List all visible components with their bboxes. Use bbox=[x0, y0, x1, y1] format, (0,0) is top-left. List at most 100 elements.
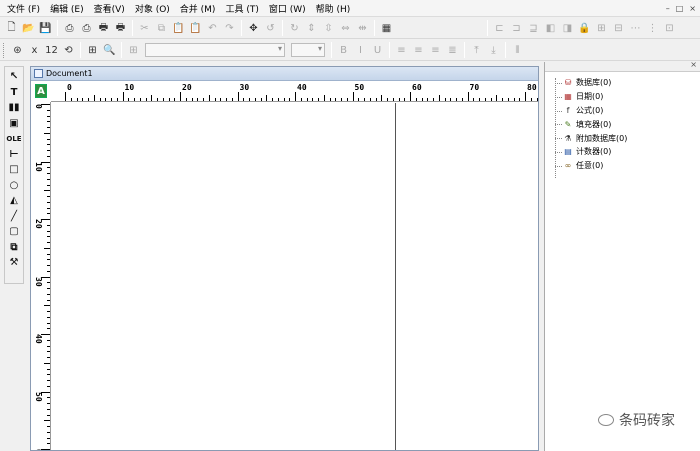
counter-icon[interactable]: 12 bbox=[44, 43, 59, 58]
ruler-corner-button[interactable]: A bbox=[35, 84, 47, 98]
lock-icon[interactable]: 🔒 bbox=[577, 21, 592, 36]
open-icon[interactable]: 📂 bbox=[21, 21, 36, 36]
align-left-icon[interactable]: ⊏ bbox=[492, 21, 507, 36]
text-center-icon[interactable]: ≡ bbox=[411, 43, 426, 58]
barcode-settings-icon[interactable]: ⦀ bbox=[510, 43, 525, 58]
grid-icon[interactable]: ⊞ bbox=[85, 43, 100, 58]
italic-icon[interactable]: I bbox=[353, 43, 368, 58]
font-name-combo[interactable] bbox=[145, 43, 285, 57]
ole-tool-icon[interactable]: OLE bbox=[6, 131, 22, 147]
send-back-icon[interactable]: ◨ bbox=[560, 21, 575, 36]
label-canvas[interactable] bbox=[52, 103, 538, 450]
menu-item[interactable]: 帮助 (H) bbox=[311, 2, 356, 15]
vertical-ruler: 0 10 20 30 40 50 60 bbox=[33, 102, 51, 450]
printer-icon[interactable]: 🖶 bbox=[113, 21, 128, 36]
ruler-tick bbox=[47, 270, 50, 272]
ruler-tick bbox=[44, 190, 50, 192]
ruler-tick bbox=[44, 420, 50, 422]
undo-icon[interactable]: ↶ bbox=[205, 21, 220, 36]
edit-tool-icon[interactable]: ⚒ bbox=[6, 255, 22, 271]
menu-item[interactable]: 窗口 (W) bbox=[264, 2, 311, 15]
spacing-v-icon[interactable]: ⋮ bbox=[645, 21, 660, 36]
new-icon[interactable]: 🗋 bbox=[4, 21, 19, 36]
tree-item[interactable]: ✎ 填充器(0) bbox=[545, 117, 700, 131]
align-center-icon[interactable]: ⊐ bbox=[509, 21, 524, 36]
tree-item[interactable]: f 公式(0) bbox=[545, 104, 700, 118]
rotate-text-icon[interactable]: ⟲ bbox=[61, 43, 76, 58]
rectangle-tool-icon[interactable]: □ bbox=[6, 162, 22, 178]
size-icon[interactable]: ⊡ bbox=[662, 21, 677, 36]
menu-item[interactable]: 查看(V) bbox=[89, 2, 130, 15]
print-preview-icon[interactable]: ⎙ bbox=[62, 21, 77, 36]
text-tool-icon[interactable]: T bbox=[6, 85, 22, 101]
close-icon[interactable]: × bbox=[689, 4, 696, 13]
text-bottom-icon[interactable]: ⤓ bbox=[486, 43, 501, 58]
bring-front-icon[interactable]: ◧ bbox=[543, 21, 558, 36]
group-icon[interactable]: ⊞ bbox=[594, 21, 609, 36]
ruler-tick bbox=[47, 316, 50, 318]
picture-icon[interactable]: ▦ bbox=[379, 21, 394, 36]
menu-item[interactable]: 文件 (F) bbox=[2, 2, 45, 15]
minimize-icon[interactable]: – bbox=[666, 4, 670, 13]
image-tool-icon[interactable]: ▣ bbox=[6, 116, 22, 132]
paste-icon[interactable]: 📋 bbox=[171, 21, 186, 36]
select-tool-icon[interactable]: ↖ bbox=[6, 69, 22, 85]
rotate-right-icon[interactable]: ↻ bbox=[287, 21, 302, 36]
line-tool-icon[interactable]: ⊢ bbox=[6, 147, 22, 163]
text-left-icon[interactable]: ≡ bbox=[394, 43, 409, 58]
ungroup-icon[interactable]: ⊟ bbox=[611, 21, 626, 36]
save-icon[interactable]: 💾 bbox=[38, 21, 53, 36]
ruler-tick bbox=[128, 98, 130, 101]
rounded-rect-tool-icon[interactable]: ▢ bbox=[6, 224, 22, 240]
copy-icon[interactable]: ⧉ bbox=[154, 21, 169, 36]
tree-item[interactable]: ▤ 计数器(0) bbox=[545, 145, 700, 159]
underline-icon[interactable]: U bbox=[370, 43, 385, 58]
restore-icon[interactable]: □ bbox=[676, 4, 684, 13]
print-setup-icon[interactable]: ⎙ bbox=[79, 21, 94, 36]
flip-v2-icon[interactable]: ⇳ bbox=[321, 21, 336, 36]
rotate-left-icon[interactable]: ↺ bbox=[263, 21, 278, 36]
print-icon[interactable]: 🖶 bbox=[96, 21, 111, 36]
shape-tool-icon[interactable]: ⧉ bbox=[6, 240, 22, 256]
grid-icon[interactable]: ⊞ bbox=[126, 43, 141, 58]
polygon-tool-icon[interactable]: ◭ bbox=[6, 193, 22, 209]
ruler-tick bbox=[461, 98, 463, 101]
ruler-tick bbox=[266, 95, 268, 101]
tree-item[interactable]: ⚗ 附加数据库(0) bbox=[545, 131, 700, 145]
spacing-h-icon[interactable]: ⋯ bbox=[628, 21, 643, 36]
flip-horizontal-icon[interactable]: ⇔ bbox=[338, 21, 353, 36]
menu-bar: 文件 (F) 编辑 (E) 查看(V) 对象 (O) 合并 (M) 工具 (T) 窗口 (W… bbox=[0, 0, 700, 17]
flip-h2-icon[interactable]: ⇹ bbox=[355, 21, 370, 36]
justify-icon[interactable]: ≣ bbox=[445, 43, 460, 58]
tree-item[interactable]: ⛁ 数据库(0) bbox=[545, 76, 700, 90]
ruler-tick bbox=[111, 98, 112, 101]
cut-icon[interactable]: ✂ bbox=[137, 21, 152, 36]
search-icon[interactable]: 🔍 bbox=[102, 43, 117, 58]
barcode-tool-icon[interactable]: ▮▮ bbox=[6, 100, 22, 116]
ruler-tick bbox=[519, 98, 521, 101]
zoom-fit-icon[interactable]: ⊛ bbox=[10, 43, 25, 58]
ruler-tick bbox=[335, 98, 337, 101]
tree-item[interactable]: ∞ 任意(0) bbox=[545, 159, 700, 173]
tree-item[interactable]: ▦ 日期(0) bbox=[545, 90, 700, 104]
font-size-combo[interactable] bbox=[291, 43, 325, 57]
diagonal-line-tool-icon[interactable]: ╱ bbox=[6, 209, 22, 225]
ruler-tick bbox=[392, 98, 394, 101]
text-right-icon[interactable]: ≡ bbox=[428, 43, 443, 58]
move-icon[interactable]: ✥ bbox=[246, 21, 261, 36]
bold-icon[interactable]: B bbox=[336, 43, 351, 58]
panel-close-icon[interactable]: × bbox=[690, 60, 697, 69]
redo-icon[interactable]: ↷ bbox=[222, 21, 237, 36]
align-right-icon[interactable]: ⊒ bbox=[526, 21, 541, 36]
paste-special-icon[interactable]: 📋 bbox=[188, 21, 203, 36]
ruler-label: 40 bbox=[297, 83, 307, 92]
flip-vertical-icon[interactable]: ⇕ bbox=[304, 21, 319, 36]
text-top-icon[interactable]: ⤒ bbox=[469, 43, 484, 58]
zoom-out-icon[interactable]: ⅹ bbox=[27, 43, 42, 58]
ellipse-tool-icon[interactable]: ○ bbox=[6, 178, 22, 194]
ruler-tick bbox=[329, 98, 331, 101]
menu-item[interactable]: 编辑 (E) bbox=[45, 2, 89, 15]
menu-item[interactable]: 工具 (T) bbox=[220, 2, 263, 15]
menu-item[interactable]: 合并 (M) bbox=[175, 2, 221, 15]
menu-item[interactable]: 对象 (O) bbox=[130, 2, 175, 15]
